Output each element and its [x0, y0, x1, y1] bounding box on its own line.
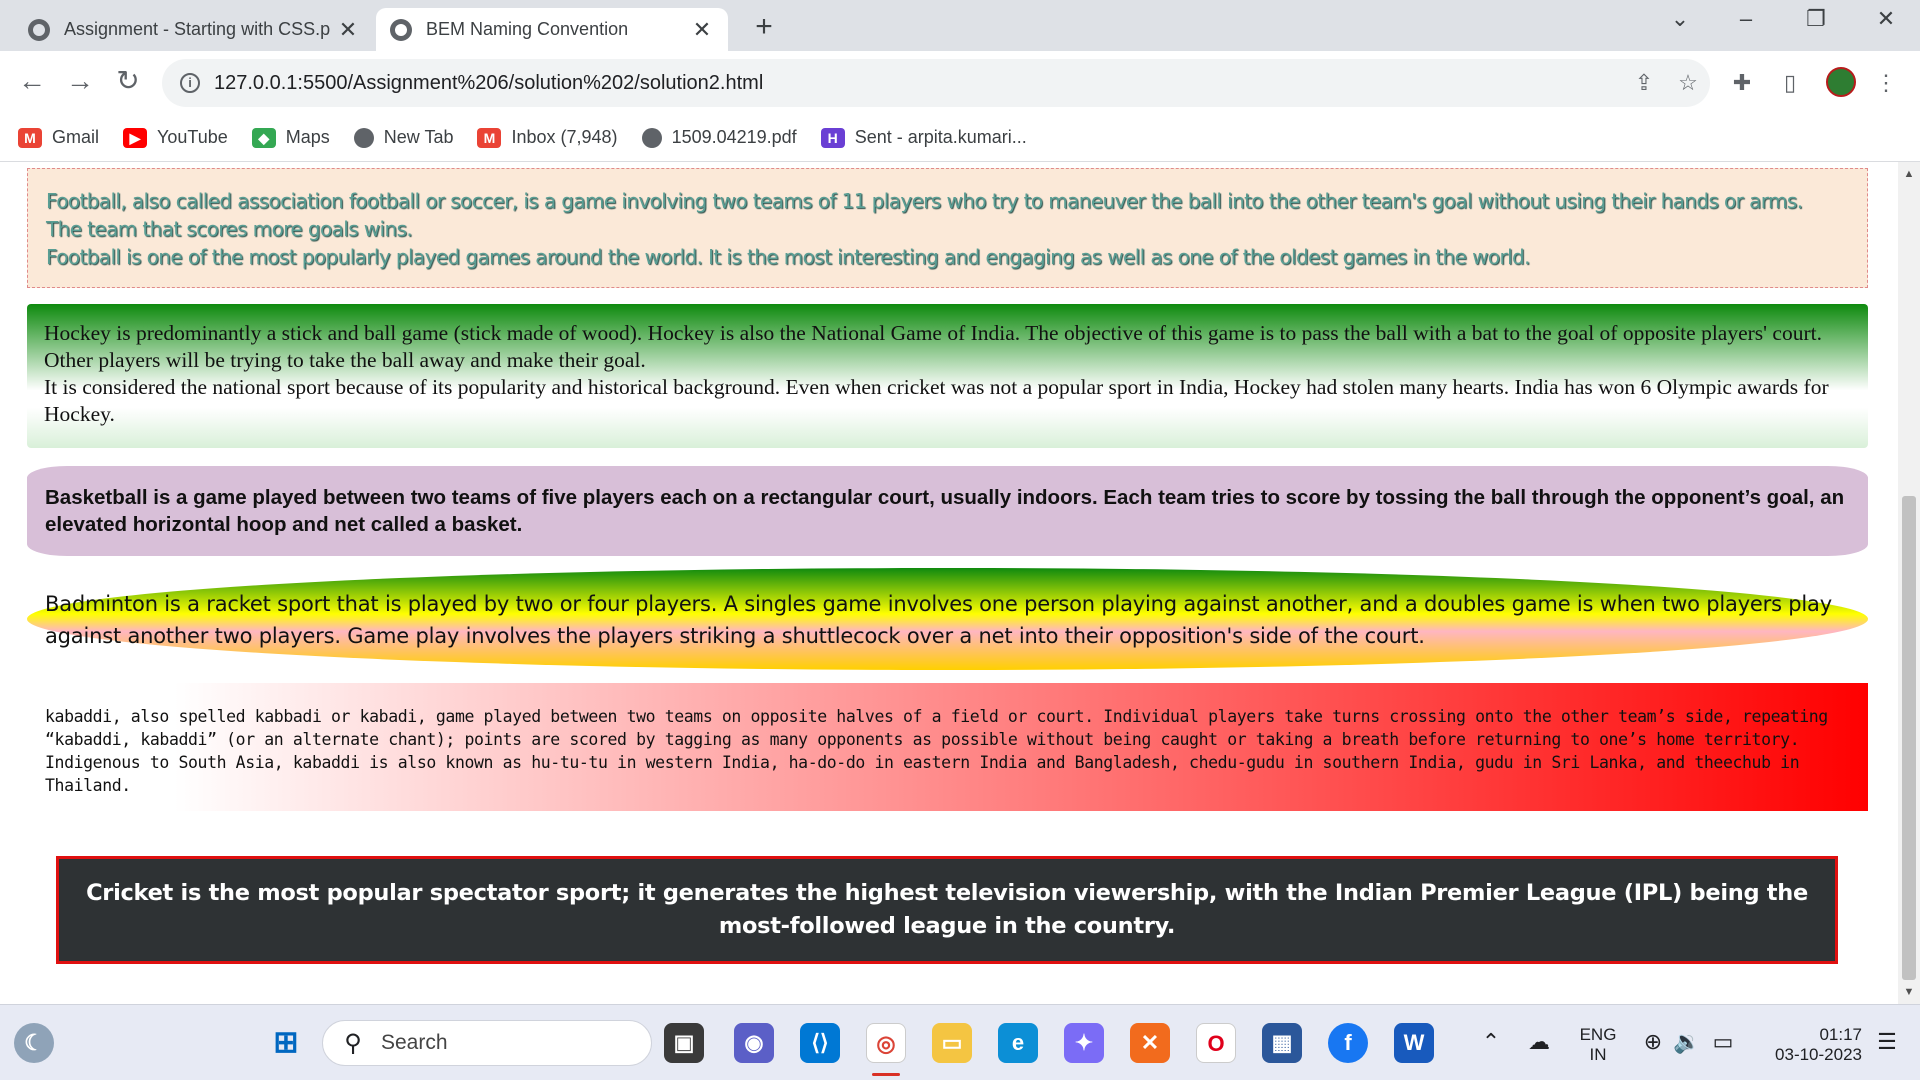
- search-icon: ⚲: [344, 1029, 362, 1057]
- chrome-icon[interactable]: ◎: [866, 1023, 906, 1063]
- kabaddi-text: kabaddi, also spelled kabbadi or kabadi,…: [45, 707, 1828, 795]
- menu-icon[interactable]: ⋮: [1868, 65, 1904, 101]
- language-indicator[interactable]: ENG IN: [1574, 1025, 1622, 1065]
- avatar[interactable]: [1826, 67, 1856, 97]
- forward-button[interactable]: →: [62, 63, 98, 99]
- facebook-icon[interactable]: f: [1328, 1023, 1368, 1063]
- bookmark-pdf[interactable]: 1509.04219.pdf: [641, 127, 797, 148]
- back-button[interactable]: ←: [14, 63, 50, 99]
- new-tab-button[interactable]: +: [748, 10, 780, 44]
- taskbar: ☾ ⊞ ⚲ Search ▣ ◉ ⟨⟩ ◎ ▭ e ✦ ✕ O ▦ f W ⌃ …: [0, 1004, 1920, 1080]
- football-text: Football, also called association footba…: [46, 189, 1803, 213]
- badminton-text: Badminton is a racket sport that is play…: [45, 592, 1832, 648]
- tab-title: BEM Naming Convention: [426, 19, 629, 39]
- task-view-icon[interactable]: ▣: [664, 1023, 704, 1063]
- hockey-card: Hockey is predominantly a stick and ball…: [27, 304, 1868, 448]
- bookmarks-bar: M Gmail ▶ YouTube ◆ Maps New Tab M Inbox…: [0, 114, 1920, 162]
- bookmark-sent[interactable]: H Sent - arpita.kumari...: [820, 127, 1027, 148]
- basketball-text: Basketball is a game played between two …: [45, 486, 1845, 536]
- xampp-icon[interactable]: ✕: [1130, 1023, 1170, 1063]
- bookmark-label: YouTube: [157, 127, 228, 147]
- edge-icon[interactable]: e: [998, 1023, 1038, 1063]
- bookmark-label: 1509.04219.pdf: [671, 127, 797, 147]
- badminton-card: Badminton is a racket sport that is play…: [27, 568, 1868, 670]
- close-window-button[interactable]: ✕: [1866, 6, 1906, 32]
- scrollbar-thumb[interactable]: [1902, 496, 1916, 980]
- gmail-icon: M: [18, 127, 42, 148]
- bookmark-label: Inbox (7,948): [511, 127, 618, 147]
- bookmark-label: New Tab: [383, 127, 454, 147]
- cricket-card: Cricket is the most popular spectator sp…: [56, 856, 1838, 964]
- store-icon[interactable]: ▦: [1262, 1023, 1302, 1063]
- bookmark-star-icon[interactable]: ☆: [1666, 70, 1710, 96]
- scroll-up-arrow[interactable]: ▲: [1898, 164, 1920, 184]
- youtube-icon: ▶: [123, 127, 148, 148]
- hackerrank-icon: H: [820, 127, 845, 148]
- maps-icon: ◆: [251, 127, 276, 148]
- windows-start-icon[interactable]: ⊞: [266, 1023, 306, 1063]
- reload-button[interactable]: ↻: [110, 63, 146, 99]
- bookmark-inbox[interactable]: M Inbox (7,948): [477, 127, 618, 148]
- close-tab-icon[interactable]: ✕: [336, 17, 360, 43]
- globe-icon: [353, 127, 374, 148]
- bookmark-new-tab[interactable]: New Tab: [353, 127, 454, 148]
- bookmark-label: Sent - arpita.kumari...: [854, 127, 1027, 147]
- bookmark-gmail[interactable]: M Gmail: [18, 127, 99, 148]
- football-card: Football, also called association footba…: [27, 168, 1868, 288]
- url-text[interactable]: 127.0.0.1:5500/Assignment%206/solution%2…: [214, 72, 1622, 95]
- bookmark-label: Maps: [285, 127, 330, 147]
- extensions-icon[interactable]: ✚: [1724, 65, 1760, 101]
- browser-toolbar: ← → ↻ i 127.0.0.1:5500/Assignment%206/so…: [0, 51, 1920, 114]
- cricket-text: Cricket is the most popular spectator sp…: [86, 880, 1808, 939]
- gmail-icon: M: [477, 127, 502, 148]
- address-bar[interactable]: i 127.0.0.1:5500/Assignment%206/solution…: [162, 59, 1710, 107]
- chevron-up-icon[interactable]: ⌃: [1476, 1029, 1506, 1055]
- active-app-indicator: [872, 1073, 900, 1076]
- bookmark-maps[interactable]: ◆ Maps: [251, 127, 330, 148]
- share-icon[interactable]: ⇪: [1622, 70, 1666, 96]
- clock[interactable]: 01:17 03-10-2023: [1752, 1025, 1862, 1065]
- globe-icon: [390, 18, 412, 41]
- close-tab-icon[interactable]: ✕: [690, 17, 714, 43]
- bookmark-label: Gmail: [52, 127, 100, 147]
- notifications-icon[interactable]: ☰: [1872, 1029, 1902, 1055]
- word-icon[interactable]: W: [1394, 1023, 1434, 1063]
- copilot-icon[interactable]: ✦: [1064, 1023, 1104, 1063]
- tab-title: Assignment - Starting with CSS.p: [64, 19, 331, 39]
- hockey-text: It is considered the national sport beca…: [44, 375, 1829, 426]
- football-text: Football is one of the most popularly pl…: [46, 245, 1531, 269]
- tab-bem-naming[interactable]: BEM Naming Convention ✕: [376, 8, 728, 51]
- teams-chat-icon[interactable]: ◉: [734, 1023, 774, 1063]
- globe-icon: [28, 18, 50, 41]
- opera-icon[interactable]: O: [1196, 1023, 1236, 1063]
- restore-button[interactable]: ❐: [1796, 6, 1836, 32]
- tab-search-icon[interactable]: ⌄: [1660, 6, 1700, 32]
- basketball-card: Basketball is a game played between two …: [27, 466, 1868, 556]
- battery-icon[interactable]: ▭: [1708, 1029, 1738, 1055]
- scroll-down-arrow[interactable]: ▼: [1898, 982, 1920, 1002]
- hockey-text: Hockey is predominantly a stick and ball…: [44, 321, 1822, 372]
- kabaddi-card: kabaddi, also spelled kabbadi or kabadi,…: [27, 683, 1868, 811]
- vertical-scrollbar[interactable]: ▲ ▼: [1898, 162, 1920, 1004]
- vscode-icon[interactable]: ⟨⟩: [800, 1023, 840, 1063]
- tab-assignment[interactable]: Assignment - Starting with CSS.p ✕: [14, 8, 374, 51]
- search-placeholder: Search: [381, 1031, 448, 1054]
- weather-icon[interactable]: ☾: [14, 1023, 54, 1063]
- minimize-button[interactable]: –: [1726, 6, 1766, 32]
- file-explorer-icon[interactable]: ▭: [932, 1023, 972, 1063]
- page-viewport: Football, also called association footba…: [0, 162, 1898, 1004]
- side-panel-icon[interactable]: ▯: [1772, 65, 1808, 101]
- site-info-icon[interactable]: i: [180, 73, 200, 93]
- bookmark-youtube[interactable]: ▶ YouTube: [123, 127, 228, 148]
- taskbar-search[interactable]: ⚲ Search: [322, 1020, 652, 1066]
- volume-icon[interactable]: 🔉: [1672, 1029, 1702, 1055]
- network-icon[interactable]: ⊕: [1638, 1029, 1668, 1055]
- cloud-offline-icon[interactable]: ☁: [1524, 1029, 1554, 1055]
- football-text: The team that scores more goals wins.: [46, 217, 413, 241]
- tab-strip: Assignment - Starting with CSS.p ✕ BEM N…: [0, 0, 1920, 51]
- globe-icon: [641, 127, 662, 148]
